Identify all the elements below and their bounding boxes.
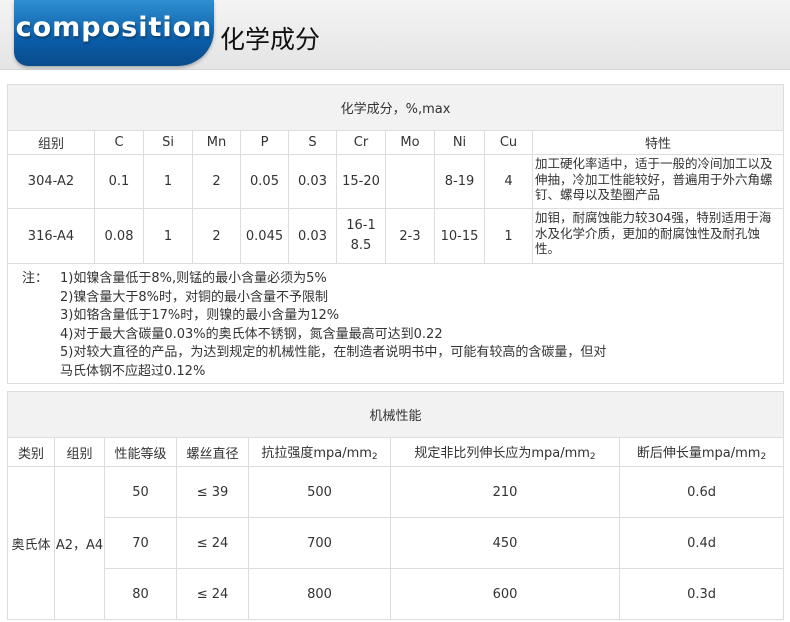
cell-trait: 加工硬化率适中，适于一般的冷间加工以及伸抽，冷加工性能较好，普遍用于外六角螺钉、… [531, 154, 785, 209]
col-header-s: S [288, 130, 337, 155]
cell-tensile: 700 [248, 517, 391, 569]
cell-cu: 1 [484, 208, 533, 264]
cell-elongation: 0.6d [618, 466, 785, 518]
unit-subscript: 2 [371, 452, 378, 462]
note-line: 1)如镍含量低于8%,则锰的最小含量必须为5% [60, 271, 327, 286]
note-line: 3)如铬含量低于17%时，则镍的最小含量为12% [60, 308, 340, 323]
cell-cr: 16-18.5 [336, 208, 386, 264]
yield-label: 规定非比列伸长应为mpa/mm [414, 446, 590, 461]
chem-header-row: 组别 C Si Mn P S Cr Mo Ni Cu 特性 [7, 130, 785, 155]
col-header-grade: 性能等级 [104, 437, 177, 467]
cell-s: 0.03 [288, 208, 337, 264]
col-header-diameter: 螺丝直径 [176, 437, 249, 467]
cell-c: 0.08 [94, 208, 144, 264]
cell-si: 1 [143, 208, 193, 264]
cell-ni: 8-19 [434, 154, 485, 209]
mech-caption: 机械性能 [6, 391, 785, 438]
mech-header-row: 类别 组别 性能等级 螺丝直径 抗拉强度mpa/mm2 规定非比列伸长应为mpa… [7, 437, 785, 467]
cell-p: 0.045 [240, 208, 289, 264]
cell-group: 316-A4 [7, 208, 95, 264]
section-title: 化学成分 [220, 25, 321, 54]
cell-yield: 210 [390, 466, 620, 518]
cell-type: 奥氏体 [7, 466, 55, 620]
table-row: 70 ≤ 24 700 450 0.4d [8, 517, 785, 569]
table-row: 316-A4 0.08 1 2 0.045 0.03 16-18.5 2-3 1… [7, 208, 785, 264]
col-header-tensile: 抗拉强度mpa/mm2 [248, 437, 391, 467]
note-line: 5)对较大直径的产品，为达到规定的机械性能，在制造者说明书中，可能有较高的含碳量… [60, 345, 607, 360]
cell-grade: 80 [104, 568, 177, 620]
cell-si: 1 [143, 154, 193, 209]
cell-diameter: ≤ 24 [176, 517, 249, 569]
cell-mn: 2 [192, 208, 241, 264]
cell-cu: 4 [484, 154, 533, 209]
col-header-group: 组别 [7, 130, 95, 155]
cell-grade: 70 [104, 517, 177, 569]
notes-block: 注： 1)如镍含量低于8%,则锰的最小含量必须为5% 2)镍含量大于8%时，对铜… [6, 263, 785, 384]
badge-text: composition [15, 12, 213, 43]
cell-diameter: ≤ 24 [176, 568, 249, 620]
unit-subscript: 2 [589, 452, 596, 462]
cell-group: A2，A4 [54, 466, 105, 620]
mechanical-properties-table: 机械性能 类别 组别 性能等级 螺丝直径 抗拉强度mpa/mm2 规定非比列伸长… [6, 391, 785, 620]
cell-diameter: ≤ 39 [176, 466, 249, 518]
cell-mo [385, 154, 435, 209]
col-header-c: C [94, 130, 144, 155]
col-header-cu: Cu [484, 130, 533, 155]
table-row: 奥氏体 A2，A4 50 ≤ 39 500 210 0.6d [7, 466, 785, 620]
cell-c: 0.1 [94, 154, 144, 209]
cell-tensile: 500 [248, 466, 391, 518]
elongation-label: 断后伸长量mpa/mm [636, 446, 761, 461]
notes-lines: 1)如镍含量低于8%,则锰的最小含量必须为5% 2)镍含量大于8%时，对铜的最小… [60, 270, 760, 381]
tensile-label: 抗拉强度mpa/mm [261, 446, 372, 461]
cell-trait: 加钼，耐腐蚀能力较304强，特别适用于海水及化学介质，更加的耐腐蚀性及耐孔蚀性。 [531, 208, 785, 264]
notes-label: 注： [22, 271, 49, 286]
unit-subscript: 2 [760, 452, 767, 462]
col-header-trait: 特性 [531, 130, 785, 155]
col-header-mo: Mo [385, 130, 435, 155]
cell-p: 0.05 [240, 154, 289, 209]
section-header: composition 化学成分 [0, 0, 790, 70]
cell-mo: 2-3 [385, 208, 435, 264]
chem-caption: 化学成分，%,max [6, 84, 785, 131]
cell-yield: 600 [390, 568, 620, 620]
cell-cr: 15-20 [336, 154, 386, 209]
cell-elongation: 0.4d [618, 517, 785, 569]
chemical-composition-table: 化学成分，%,max 组别 C Si Mn P S Cr Mo Ni Cu 特性… [6, 84, 785, 384]
table-row: 80 ≤ 24 800 600 0.3d [8, 568, 785, 620]
cell-grade: 50 [104, 466, 177, 518]
cell-group: 304-A2 [7, 154, 95, 209]
note-line: 4)对于最大含碳量0.03%的奥氏体不锈钢，氮含量最高可达到0.22 [60, 326, 443, 342]
cell-ni: 10-15 [434, 208, 485, 264]
table-row: 304-A2 0.1 1 2 0.05 0.03 15-20 8-19 4 加工… [7, 154, 785, 209]
col-header-p: P [240, 130, 289, 155]
cell-elongation: 0.3d [618, 568, 785, 620]
col-header-ni: Ni [434, 130, 485, 155]
cell-mn: 2 [192, 154, 241, 209]
note-line: 马氏体钢不应超过0.12% [60, 363, 206, 379]
col-header-yield: 规定非比列伸长应为mpa/mm2 [390, 437, 620, 467]
cell-s: 0.03 [288, 154, 337, 209]
col-header-elongation: 断后伸长量mpa/mm2 [618, 437, 785, 467]
note-line: 2)镍含量大于8%时，对铜的最小含量不予限制 [60, 289, 328, 305]
cell-tensile: 800 [248, 568, 391, 620]
cell-yield: 450 [390, 517, 620, 569]
col-header-mn: Mn [192, 130, 241, 155]
col-header-cr: Cr [336, 130, 386, 155]
col-header-type: 类别 [7, 437, 55, 467]
col-header-si: Si [143, 130, 193, 155]
composition-badge: composition [14, 0, 214, 66]
col-header-group: 组别 [54, 437, 105, 467]
